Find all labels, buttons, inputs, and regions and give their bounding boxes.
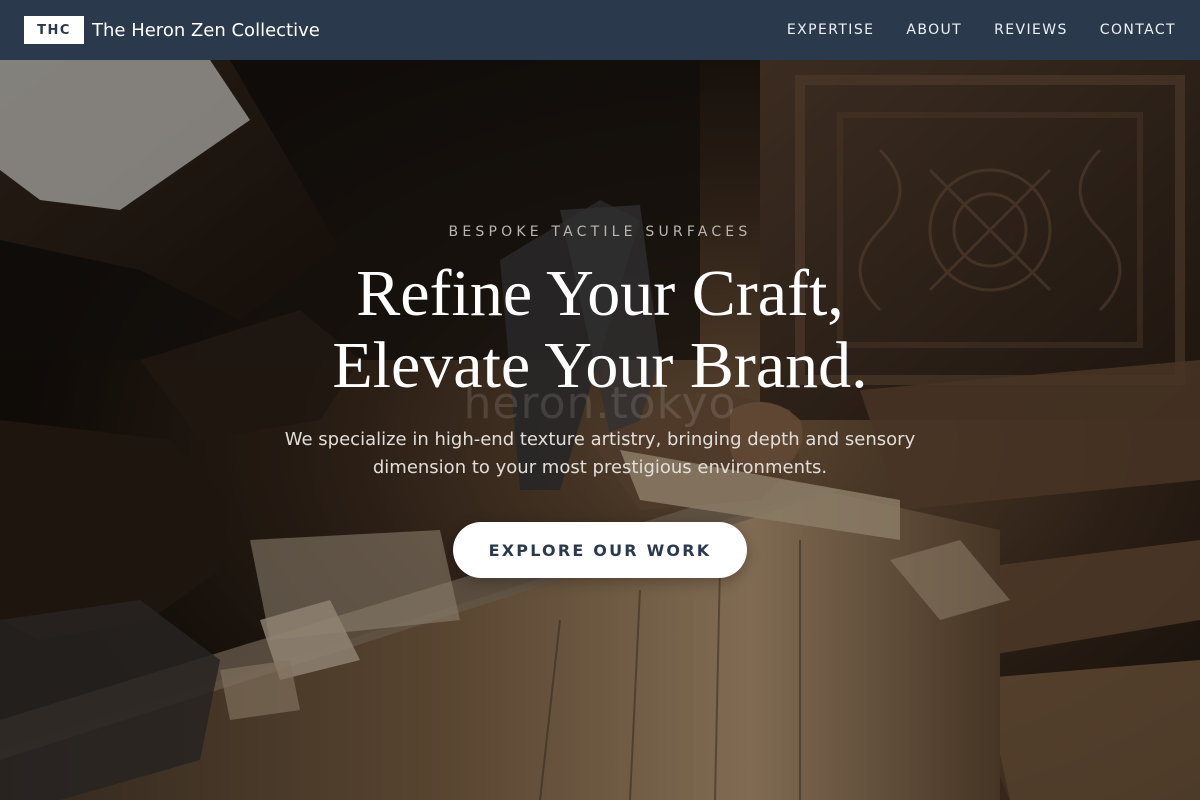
page: THC The Heron Zen Collective EXPERTISE A… [0,0,1200,800]
hero-watermark: heron.tokyo [463,378,737,429]
hero-eyebrow: BESPOKE TACTILE SURFACES [448,224,752,240]
top-navbar: THC The Heron Zen Collective EXPERTISE A… [0,0,1200,60]
nav-link-contact[interactable]: CONTACT [1100,22,1176,38]
hero-section: BESPOKE TACTILE SURFACES Refine Your Cra… [0,60,1200,800]
brand-name: The Heron Zen Collective [92,19,320,41]
main-nav: EXPERTISE ABOUT REVIEWS CONTACT [787,22,1176,38]
nav-link-about[interactable]: ABOUT [906,22,962,38]
hero-title-line-1: Refine Your Craft, [356,257,844,330]
hero-subtitle: We specialize in high-end texture artist… [284,429,916,478]
brand-logo-link[interactable]: THC The Heron Zen Collective [24,16,320,44]
nav-link-expertise[interactable]: EXPERTISE [787,22,874,38]
explore-our-work-button[interactable]: EXPLORE OUR WORK [453,522,747,578]
hero-content: BESPOKE TACTILE SURFACES Refine Your Cra… [0,60,1200,800]
brand-logo-mark: THC [24,16,84,44]
nav-link-reviews[interactable]: REVIEWS [994,22,1068,38]
